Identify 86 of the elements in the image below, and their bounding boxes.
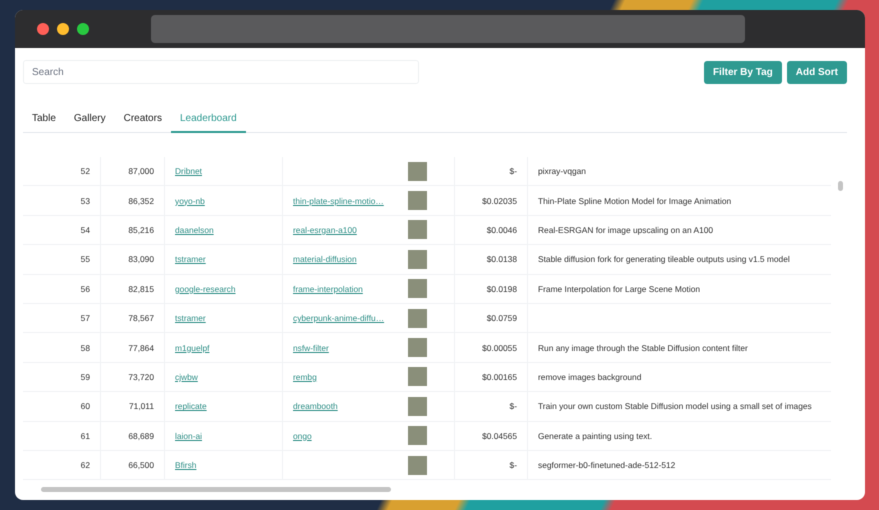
photo-placeholder — [408, 456, 427, 475]
cost-cell: $0.0138 — [486, 254, 517, 264]
photo-placeholder — [408, 396, 427, 416]
runs-cell: 82,815 — [128, 284, 154, 294]
runs-cell: 78,567 — [128, 313, 154, 324]
description-cell: Thin-Plate Spline Motion Model for Image Animation — [538, 196, 732, 206]
model-link[interactable]: nsfw-filter — [293, 342, 329, 353]
description-cell: Run any image through the Stable Diffusion content filter — [538, 342, 748, 353]
runs-cell: 85,216 — [128, 224, 154, 235]
owner-link[interactable]: daanelson — [175, 224, 214, 235]
cost-cell: $0.0198 — [486, 284, 517, 294]
tab[interactable]: Table — [23, 109, 65, 133]
description-cell: remove images background — [538, 372, 642, 382]
cost-cell: $- — [510, 460, 517, 470]
scrollbar-thumb[interactable] — [41, 487, 391, 492]
runs-cell: 73,720 — [128, 372, 154, 382]
photo-placeholder — [408, 426, 427, 446]
owner-link[interactable]: cjwbw — [175, 372, 198, 382]
model-link[interactable]: frame-interpolation — [293, 284, 363, 294]
rank-cell: 53 — [80, 196, 90, 206]
owner-link[interactable]: Dribnet — [175, 166, 202, 176]
rank-cell: 60 — [80, 401, 90, 412]
photo-placeholder — [408, 220, 427, 240]
runs-cell: 66,500 — [128, 460, 154, 470]
owner-link[interactable]: replicate — [175, 401, 207, 412]
tab[interactable]: Gallery — [64, 109, 115, 133]
description-cell: Stable diffusion fork for generating tileable outputs using v1.5 model — [538, 254, 790, 264]
owner-link[interactable]: m1guelpf — [175, 342, 210, 353]
model-link[interactable]: material-diffusion — [293, 254, 357, 264]
scrollbar-thumb[interactable] — [838, 181, 843, 191]
runs-cell: 83,090 — [128, 254, 154, 264]
rank-cell: 55 — [80, 254, 90, 264]
rank-cell: 56 — [80, 284, 90, 294]
rank-cell: 58 — [80, 342, 90, 353]
description-cell: Real-ESRGAN for image upscaling on an A100 — [538, 224, 714, 235]
runs-cell: 77,864 — [128, 342, 154, 353]
model-link[interactable]: ongo — [293, 430, 312, 441]
rank-cell: 52 — [80, 166, 90, 176]
description-cell: Train your own custom Stable Diffusion model using a small set of images — [538, 401, 812, 412]
cost-cell: $0.04565 — [482, 430, 517, 441]
model-link[interactable]: rembg — [293, 372, 317, 382]
runs-cell: 87,000 — [128, 166, 154, 176]
cost-cell: $0.0759 — [486, 313, 517, 324]
runs-cell: 86,352 — [128, 196, 154, 206]
cost-cell: $0.00055 — [482, 342, 517, 353]
cost-cell: $- — [510, 401, 517, 412]
owner-link[interactable]: google-research — [175, 284, 236, 294]
rank-cell: 61 — [80, 430, 90, 441]
model-link[interactable]: cyberpunk-anime-diffu… — [293, 313, 384, 324]
rank-cell: 59 — [80, 372, 90, 382]
photo-placeholder — [408, 367, 427, 386]
description-cell: Generate a painting using text. — [538, 430, 652, 441]
photo-placeholder — [408, 338, 427, 358]
runs-cell: 71,011 — [129, 401, 154, 412]
runs-cell: 68,689 — [128, 430, 154, 441]
owner-link[interactable]: tstramer — [175, 254, 206, 264]
photo-placeholder — [408, 191, 427, 210]
search-field[interactable]: Search — [23, 60, 419, 84]
tab[interactable]: Creators — [114, 109, 171, 133]
owner-link[interactable]: Bfirsh — [175, 460, 196, 470]
rank-cell: 54 — [80, 224, 90, 235]
photo-placeholder — [408, 162, 427, 181]
photo-placeholder — [408, 308, 427, 328]
model-link[interactable]: dreambooth — [293, 401, 338, 412]
photo-placeholder — [408, 250, 427, 269]
owner-link[interactable]: laion-ai — [175, 430, 202, 441]
model-link[interactable]: real-esrgan-a100 — [293, 224, 357, 235]
maximize-icon[interactable] — [77, 23, 89, 35]
owner-link[interactable]: tstramer — [175, 313, 206, 324]
tab[interactable]: Leaderboard — [170, 109, 246, 133]
minimize-icon[interactable] — [57, 23, 69, 35]
toolbar-button[interactable]: Filter By Tag — [704, 60, 782, 84]
close-icon[interactable] — [37, 23, 49, 35]
description-cell: segformer-b0-finetuned-ade-512-512 — [538, 460, 676, 470]
description-cell: Frame Interpolation for Large Scene Motion — [538, 284, 700, 294]
rank-cell: 57 — [80, 313, 90, 324]
toolbar-button[interactable]: Add Sort — [786, 60, 847, 84]
cost-cell: $- — [510, 166, 517, 176]
model-link[interactable]: thin-plate-spline-motio… — [293, 196, 384, 206]
photo-placeholder — [408, 279, 427, 298]
rank-cell: 62 — [80, 460, 90, 470]
cost-cell: $0.0046 — [486, 224, 517, 235]
cost-cell: $0.00165 — [482, 372, 517, 382]
owner-link[interactable]: yoyo-nb — [175, 196, 205, 206]
description-cell: pixray-vqgan — [538, 166, 586, 176]
cost-cell: $0.02035 — [482, 196, 517, 206]
